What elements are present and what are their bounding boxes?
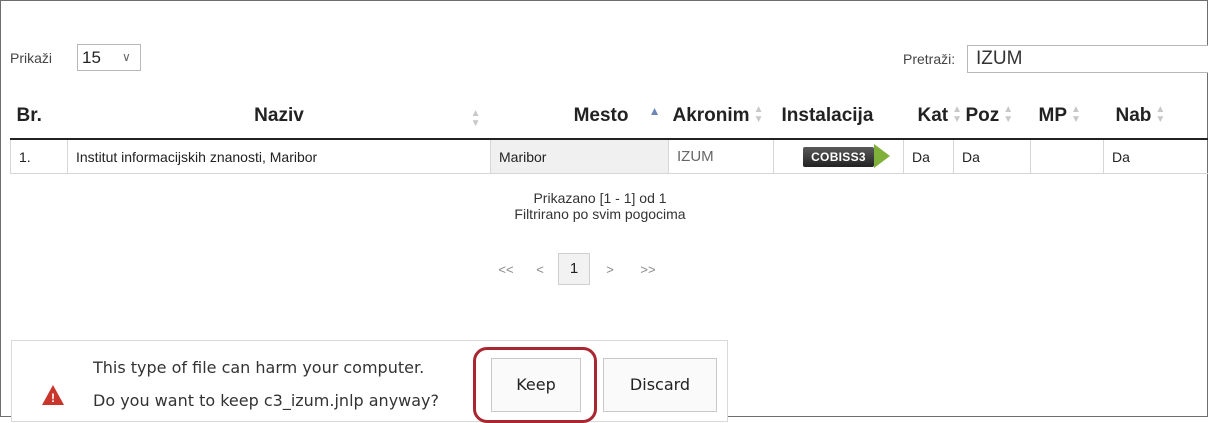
entries-per-page-select[interactable]: 15 ∨ bbox=[77, 44, 141, 71]
column-header-akronim[interactable]: Akronim▲▼ bbox=[669, 93, 774, 139]
sort-icon: ▲▼ bbox=[754, 105, 764, 125]
cobiss3-launch-icon[interactable]: COBISS3 bbox=[803, 147, 874, 167]
column-label: Mesto bbox=[574, 105, 629, 126]
column-header-kat[interactable]: Kat▲▼ bbox=[904, 93, 954, 139]
search-label: Pretraži: bbox=[903, 51, 955, 67]
cell-br: 1. bbox=[11, 139, 68, 174]
next-page-button[interactable]: > bbox=[590, 262, 630, 277]
download-warning-text: This type of file can harm your computer… bbox=[93, 358, 424, 377]
sort-icon: ▲▼ bbox=[1155, 105, 1165, 125]
first-page-button[interactable]: << bbox=[490, 262, 522, 277]
cobiss-badge-label: COBISS3 bbox=[811, 150, 866, 164]
column-label: Akronim bbox=[673, 105, 750, 126]
info-shown-count: Prikazano [1 - 1] od 1 bbox=[440, 190, 760, 206]
cell-kat: Da bbox=[904, 139, 954, 174]
cell-naziv: Institut informacijskih znanosti, Maribo… bbox=[68, 139, 491, 174]
column-header-br[interactable]: Br. bbox=[11, 93, 68, 139]
column-header-instalacija[interactable]: Instalacija bbox=[774, 93, 904, 139]
cell-akronim: IZUM bbox=[669, 139, 774, 174]
column-header-nab[interactable]: Nab▲▼ bbox=[1104, 93, 1208, 139]
entries-per-page-value: 15 bbox=[82, 48, 101, 68]
sort-icon: ▲▼ bbox=[1003, 105, 1013, 125]
sort-icon: ▲▼ bbox=[471, 109, 481, 129]
table-row[interactable]: 1. Institut informacijskih znanosti, Mar… bbox=[11, 139, 1208, 174]
sort-icon: ▲▼ bbox=[1071, 105, 1081, 125]
page-1-button[interactable]: 1 bbox=[558, 253, 590, 285]
cell-instalacija: COBISS3 bbox=[774, 139, 904, 174]
column-header-naziv[interactable]: Naziv ▲▼ bbox=[68, 93, 491, 139]
sort-ascending-icon: ▲ bbox=[649, 105, 661, 117]
column-label: Poz bbox=[966, 105, 1000, 126]
info-filter-status: Filtrirano po svim pogocima bbox=[440, 206, 760, 222]
pagination: << < 1 > >> bbox=[490, 254, 666, 284]
column-label: Nab bbox=[1116, 105, 1152, 126]
column-label: MP bbox=[1039, 105, 1068, 126]
column-header-mp[interactable]: MP▲▼ bbox=[1031, 93, 1104, 139]
cell-poz: Da bbox=[954, 139, 1031, 174]
download-keep-question: Do you want to keep c3_izum.jnlp anyway? bbox=[93, 391, 439, 410]
last-page-button[interactable]: >> bbox=[630, 262, 666, 277]
exclamation-icon: ! bbox=[47, 391, 59, 405]
chevron-down-icon: ∨ bbox=[122, 50, 131, 64]
search-input[interactable] bbox=[967, 45, 1208, 73]
cell-mp bbox=[1031, 139, 1104, 174]
discard-button[interactable]: Discard bbox=[603, 358, 717, 412]
cell-nab: Da bbox=[1104, 139, 1208, 174]
column-label: Kat bbox=[918, 105, 949, 126]
column-header-poz[interactable]: Poz▲▼ bbox=[954, 93, 1031, 139]
table-info: Prikazano [1 - 1] od 1 Filtrirano po svi… bbox=[440, 190, 760, 222]
previous-page-button[interactable]: < bbox=[522, 262, 558, 277]
column-label: Instalacija bbox=[782, 105, 874, 126]
column-header-mesto[interactable]: Mesto ▲ bbox=[491, 93, 669, 139]
keep-button[interactable]: Keep bbox=[491, 358, 581, 412]
column-label: Naziv bbox=[254, 105, 304, 126]
arrow-right-icon bbox=[874, 144, 890, 168]
libraries-table: Br. Naziv▲▼ Mesto▲ Akronim▲▼ Instalacija… bbox=[10, 93, 1208, 174]
column-label: Br. bbox=[17, 105, 42, 126]
table-header-row: Br. Naziv▲▼ Mesto▲ Akronim▲▼ Instalacija… bbox=[11, 93, 1208, 139]
show-entries-label: Prikaži bbox=[10, 50, 52, 66]
cell-mesto: Maribor bbox=[491, 139, 669, 174]
